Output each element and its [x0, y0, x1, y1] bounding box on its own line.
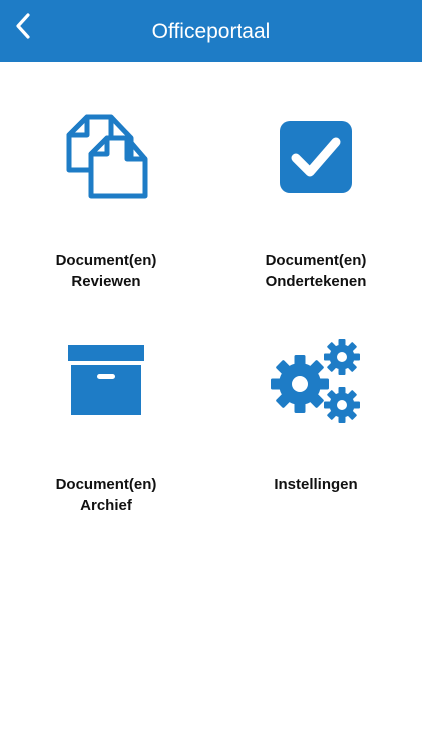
page-title: Officeportaal — [151, 20, 271, 43]
tile-label: Document(en) Archief — [55, 476, 157, 514]
gears-icon — [271, 339, 360, 423]
tile-label: Document(en) Reviewen — [55, 252, 157, 290]
tile-review-documents[interactable]: Document(en) Reviewen — [6, 110, 206, 320]
archive-box-icon — [68, 345, 144, 415]
documents-icon — [66, 114, 148, 199]
tile-label: Instellingen — [274, 476, 358, 493]
tile-sign-documents[interactable]: Document(en) Ondertekenen — [216, 110, 416, 320]
tile-archive-documents[interactable]: Document(en) Archief — [6, 334, 206, 544]
app-header: Officeportaal — [0, 0, 422, 62]
checkbox-icon — [280, 121, 352, 193]
tile-settings[interactable]: Instellingen — [216, 334, 416, 544]
tile-label: Document(en) Ondertekenen — [265, 252, 367, 290]
